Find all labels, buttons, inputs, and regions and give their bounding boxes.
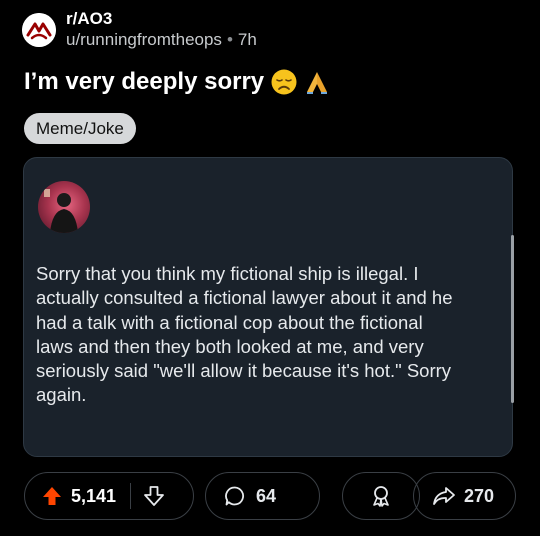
embedded-post-card: Sorry that you think my fictional ship i… [23,157,514,457]
post-title-row[interactable]: I’m very deeply sorry [24,64,330,100]
embedded-author-avatar [38,181,90,233]
post-flair[interactable]: Meme/Joke [24,113,136,144]
award-ribbon-icon [369,484,393,508]
upvote-arrow-icon[interactable] [41,485,63,507]
vote-divider [130,483,132,509]
share-button[interactable]: 270 [413,472,516,520]
comment-bubble-icon [224,485,246,507]
downvote-arrow-icon[interactable] [143,485,165,507]
share-count: 270 [464,485,495,506]
vote-pill: 5,141 [24,472,194,520]
comments-button[interactable]: 64 [205,472,320,520]
share-arrow-icon [432,485,456,507]
disappointed-face-emoji-icon [270,68,298,96]
upvote-count: 5,141 [71,485,117,506]
post-title: I’m very deeply sorry [24,68,265,95]
ao3-logo-icon [22,13,56,47]
subreddit-avatar[interactable] [22,13,56,47]
post-action-bar: 5,141 64 270 [24,472,516,522]
post-header: r/AO3 u/runningfromtheops • 7h [22,8,257,52]
post-age: 7h [237,30,257,49]
award-button[interactable] [342,472,420,520]
comment-count: 64 [256,485,277,506]
folded-hands-emoji-icon [304,68,330,96]
subreddit-name[interactable]: r/AO3 [66,9,257,29]
post-author[interactable]: u/runningfromtheops [66,30,222,49]
meta-separator: • [226,30,233,49]
scrollbar[interactable] [511,235,514,403]
embedded-post-text: Sorry that you think my fictional ship i… [36,263,453,406]
